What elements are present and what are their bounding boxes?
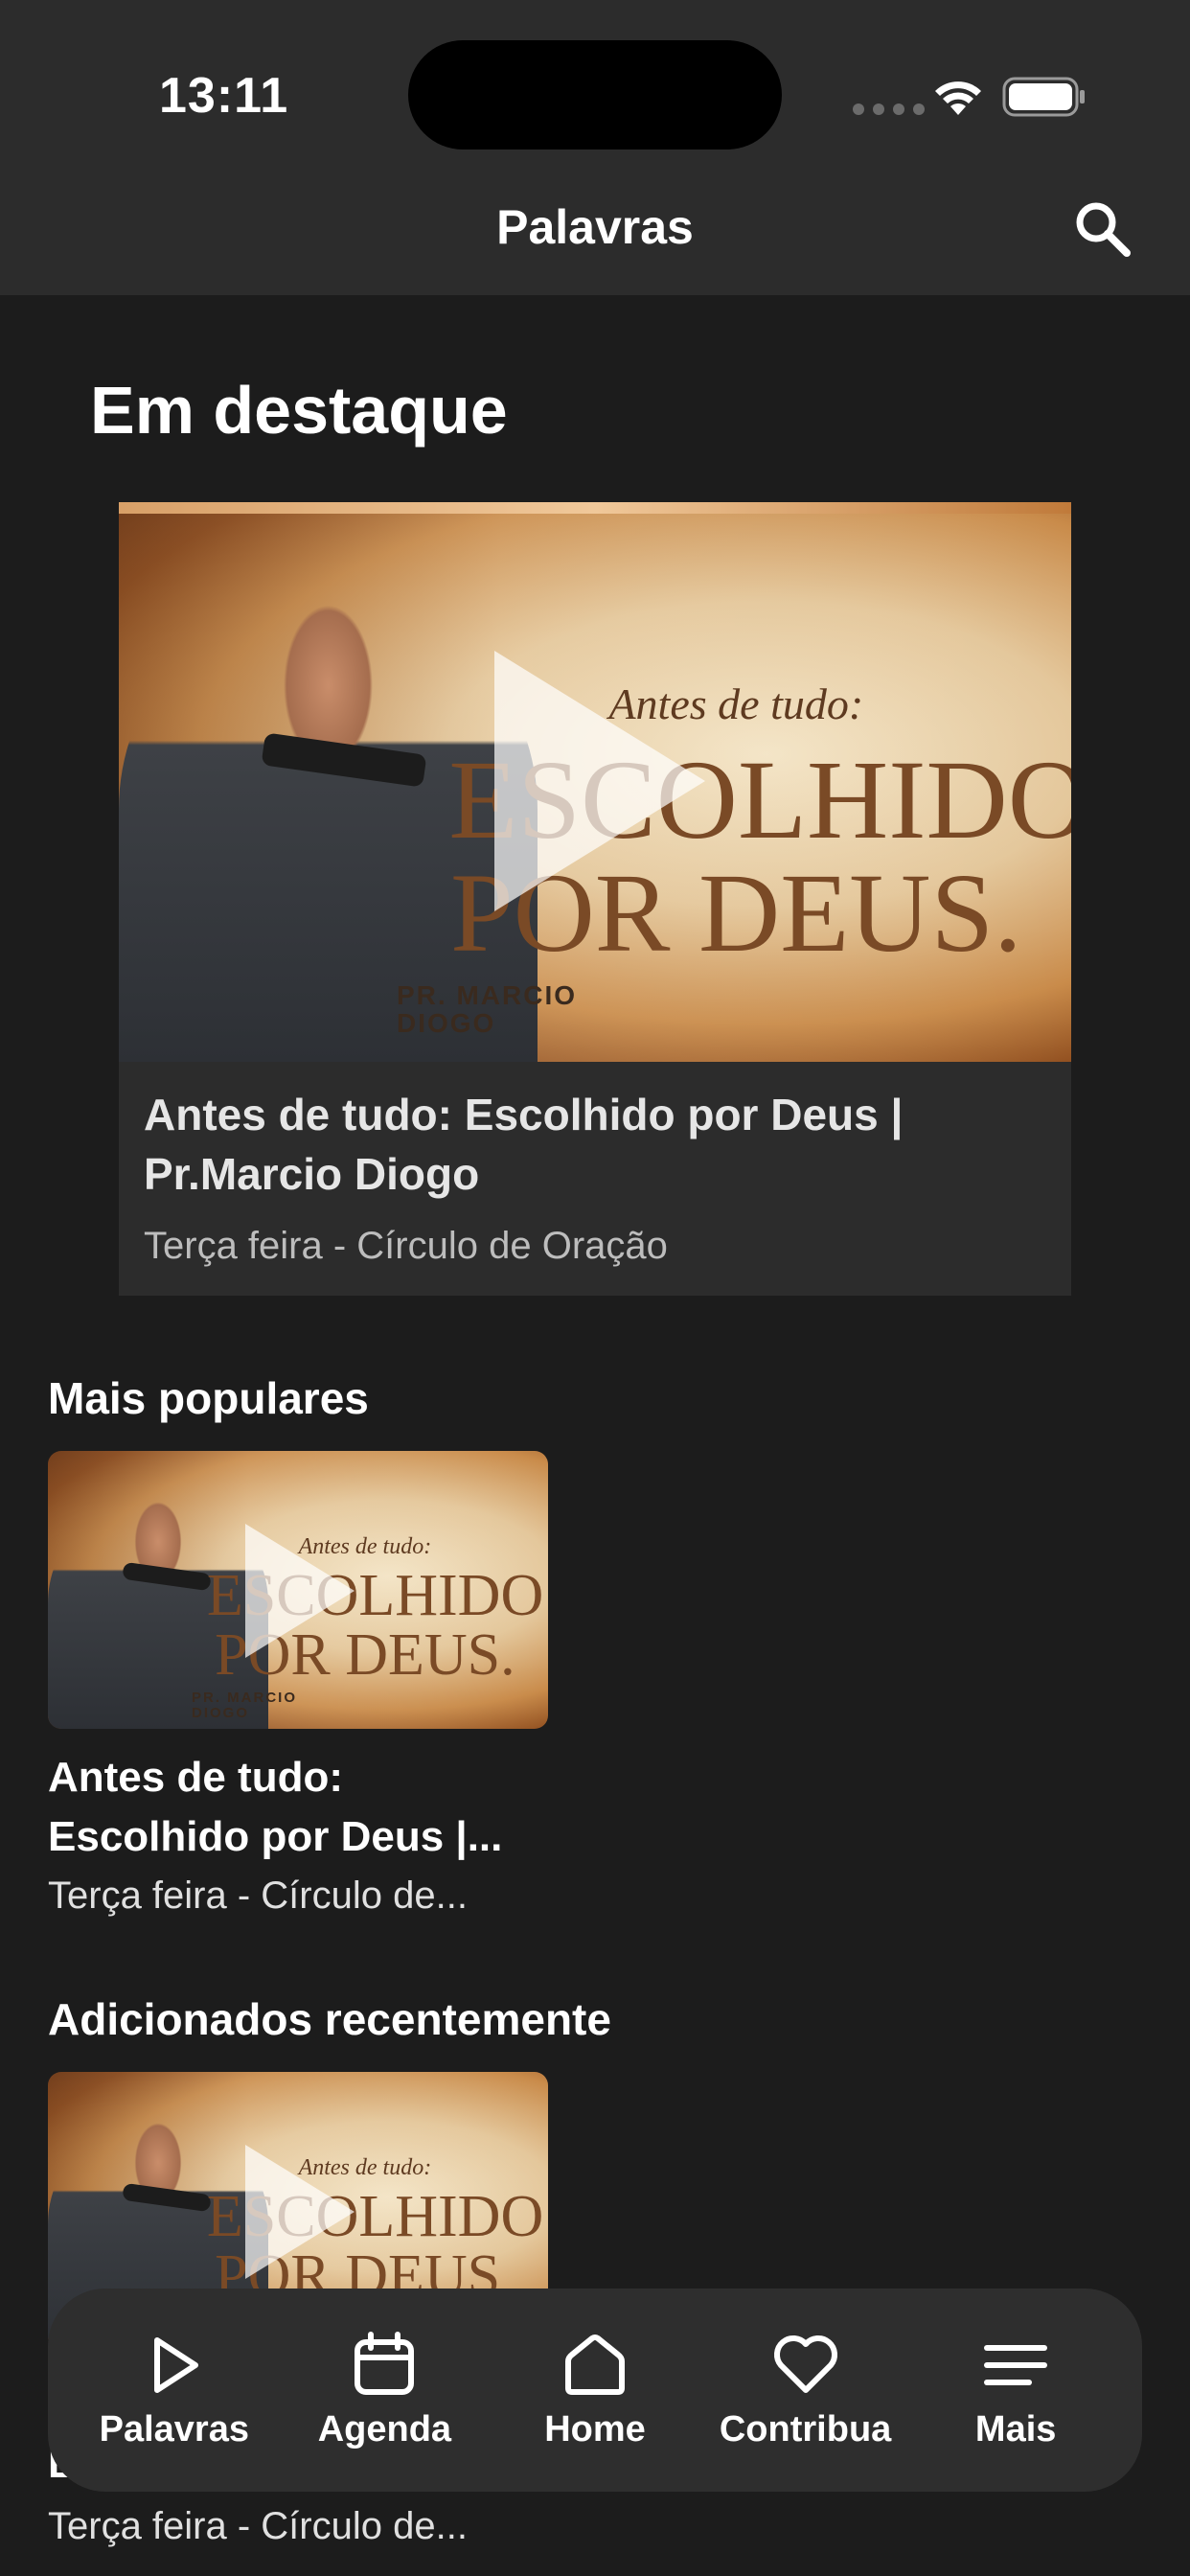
play-overlay-icon[interactable] bbox=[245, 1524, 355, 1658]
nav-item-agenda[interactable]: Agenda bbox=[284, 2331, 485, 2450]
recent-section-title: Adicionados recentemente bbox=[48, 1994, 611, 2044]
featured-section-title: Em destaque bbox=[90, 373, 508, 448]
search-icon[interactable] bbox=[1071, 197, 1134, 261]
popular-video-title[interactable]: Antes de tudo: Escolhido por Deus |... bbox=[48, 1748, 548, 1867]
nav-label-palavras: Palavras bbox=[99, 2408, 249, 2450]
nav-item-mais[interactable]: Mais bbox=[915, 2331, 1116, 2450]
featured-video-title[interactable]: Antes de tudo: Escolhido por Deus | Pr.M… bbox=[144, 1085, 1044, 1204]
popular-video-thumbnail[interactable]: Antes de tudo: ESCOLHIDO POR DEUS. PR. M… bbox=[48, 1451, 548, 1729]
thumbnail-speaker-line1: PR. MARCIO bbox=[397, 980, 577, 1010]
nav-label-contribua: Contribua bbox=[719, 2408, 892, 2450]
nav-label-mais: Mais bbox=[974, 2408, 1057, 2450]
popular-section-title: Mais populares bbox=[48, 1373, 369, 1423]
recent-video-subtitle: Terça feira - Círculo de... bbox=[48, 2505, 468, 2547]
popular-video-card[interactable]: Antes de tudo: ESCOLHIDO POR DEUS. PR. M… bbox=[48, 1451, 548, 1918]
featured-video-subtitle: Terça feira - Círculo de Oração bbox=[144, 1225, 668, 1267]
play-overlay-icon[interactable] bbox=[494, 651, 705, 911]
wifi-icon bbox=[935, 81, 981, 115]
play-icon bbox=[153, 2336, 198, 2393]
nav-item-home[interactable]: Home bbox=[494, 2331, 696, 2450]
menu-icon bbox=[984, 2344, 1048, 2385]
dynamic-island bbox=[408, 40, 782, 150]
featured-video-card[interactable]: Antes de tudo: ESCOLHIDO POR DEUS. PR. M… bbox=[119, 502, 1071, 1296]
nav-label-agenda: Agenda bbox=[317, 2408, 452, 2450]
calendar-icon bbox=[355, 2331, 415, 2395]
status-time: 13:11 bbox=[159, 68, 289, 124]
heart-icon bbox=[773, 2334, 837, 2393]
thumbnail-speaker-line2: DIOGO bbox=[397, 1008, 496, 1039]
cellular-signal-icon bbox=[853, 104, 925, 115]
popular-video-subtitle: Terça feira - Círculo de... bbox=[48, 1874, 468, 1917]
home-icon bbox=[564, 2334, 625, 2395]
nav-item-palavras[interactable]: Palavras bbox=[74, 2331, 275, 2450]
featured-video-thumbnail[interactable]: Antes de tudo: ESCOLHIDO POR DEUS. PR. M… bbox=[119, 502, 1071, 1062]
bottom-nav-bar: Palavras Agenda Home Contribua Mais bbox=[48, 2288, 1142, 2492]
thumbnail-speaker-line2: DIOGO bbox=[192, 1704, 250, 1721]
thumbnail-speaker-line1: PR. MARCIO bbox=[192, 1690, 297, 1706]
nav-item-contribua[interactable]: Contribua bbox=[705, 2331, 906, 2450]
battery-icon bbox=[1002, 77, 1085, 117]
top-bar: 13:11 Palavras bbox=[0, 0, 1190, 295]
page-title: Palavras bbox=[496, 200, 694, 254]
nav-label-home: Home bbox=[544, 2408, 646, 2450]
play-overlay-icon[interactable] bbox=[245, 2145, 355, 2279]
